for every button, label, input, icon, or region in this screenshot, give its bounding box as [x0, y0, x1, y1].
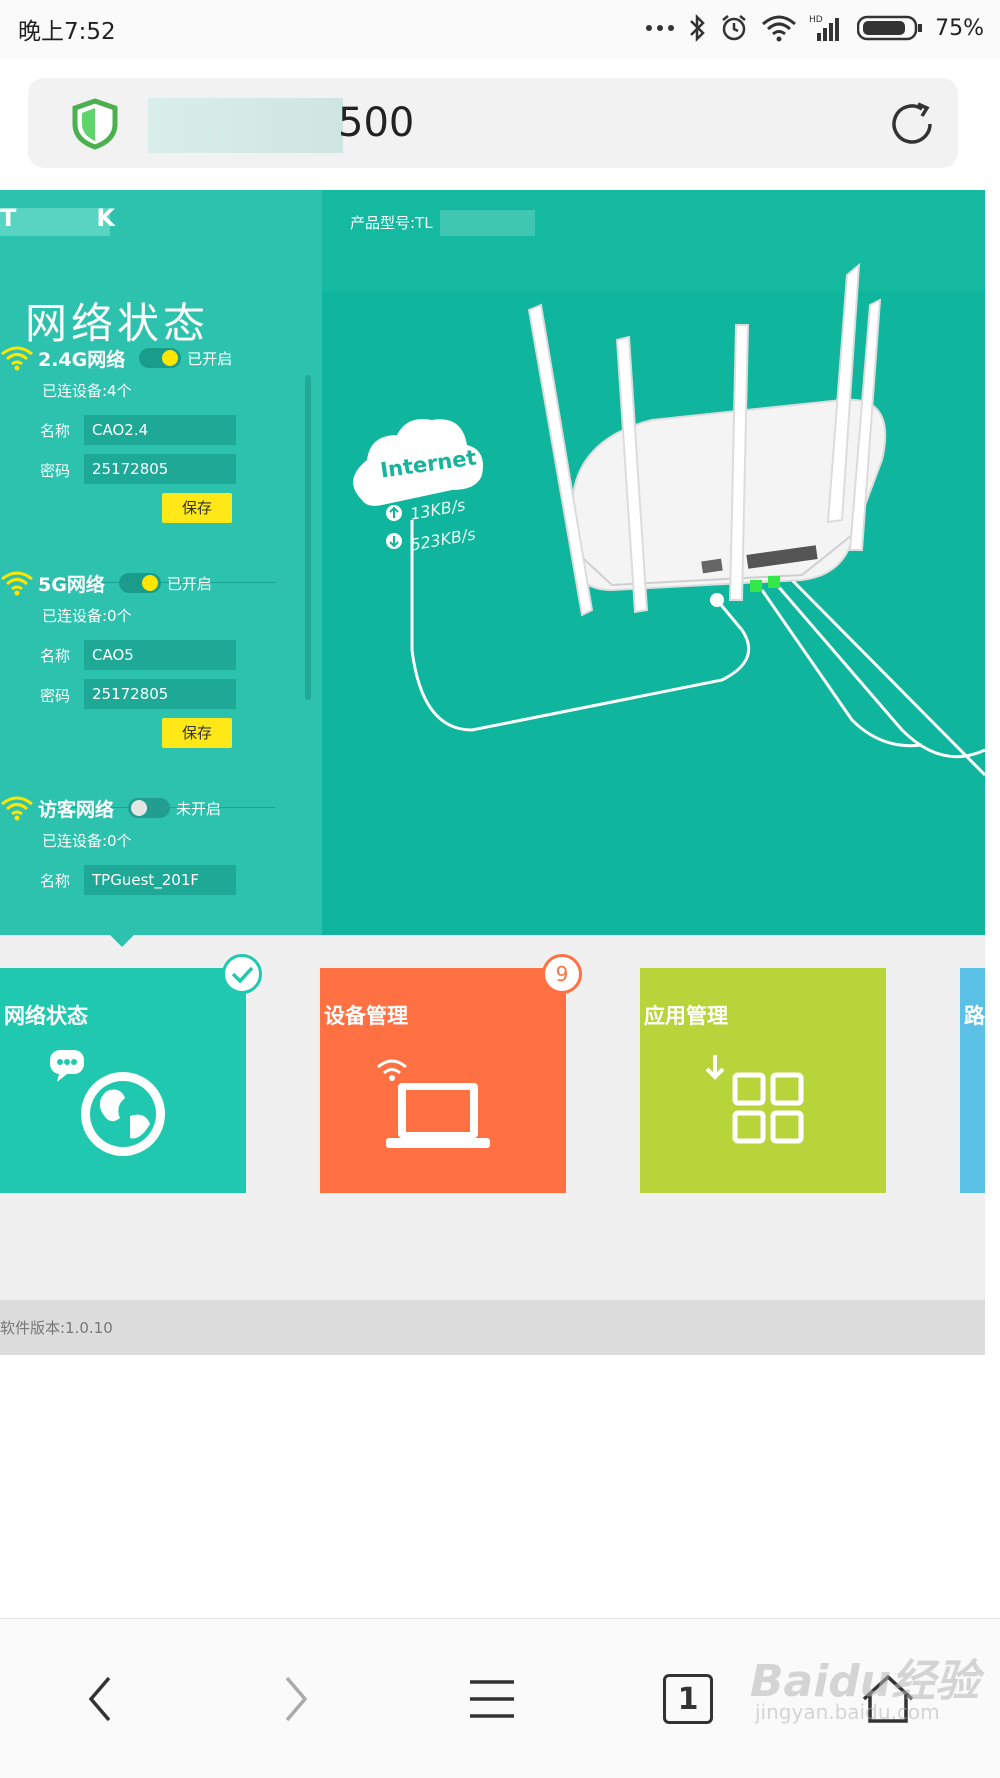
chevron-left-icon — [88, 1676, 111, 1722]
battery-percent: 75% — [935, 15, 984, 41]
network-5g-name-label: 名称 — [40, 647, 71, 665]
router-status-view: 产品型号:TL Internet 13KB/s 523KB/s — [322, 190, 985, 935]
more-icon — [646, 25, 675, 31]
shield-icon — [72, 98, 118, 150]
chevron-right-icon — [285, 1676, 308, 1722]
forward-button[interactable] — [256, 1659, 336, 1739]
watermark-url: jingyan.baidu.com — [755, 1700, 940, 1724]
network-24g-header: 2.4G网络 已开启 — [0, 340, 232, 376]
tile-label: 路 — [964, 1004, 985, 1028]
network-5g-name: 5G网络 — [38, 573, 105, 596]
check-badge — [222, 954, 262, 994]
wifi-icon — [1, 796, 33, 821]
network-24g-state: 已开启 — [187, 349, 233, 368]
panel-scrollbar[interactable] — [305, 375, 311, 700]
network-guest-name: 访客网络 — [38, 798, 115, 821]
alarm-icon — [722, 15, 746, 41]
tile-network-status[interactable]: 网络状态 — [0, 954, 262, 1193]
network-5g-ssid-input[interactable]: CAO5 — [84, 640, 236, 670]
wifi-icon — [762, 15, 797, 42]
globe-icon — [50, 1050, 165, 1156]
router-illustration — [353, 262, 985, 777]
network-24g-password-input[interactable]: 25172805 — [84, 454, 236, 484]
laptop-wifi-icon — [377, 1059, 490, 1148]
network-5g-password-input[interactable]: 25172805 — [84, 679, 236, 709]
tab-counter-box: 1 — [663, 1674, 713, 1724]
network-5g-password-label: 密码 — [40, 687, 71, 705]
network-guest-state: 未开启 — [176, 799, 222, 818]
menu-tiles: 网络状态 设备管理 9 应用管理 路 — [0, 954, 985, 1193]
network-5g-save-button[interactable]: 保存 — [162, 718, 232, 748]
tile-label: 网络状态 — [4, 1004, 88, 1028]
network-5g-state: 已开启 — [166, 574, 212, 593]
wifi-icon — [1, 346, 33, 371]
network-guest-ssid-input[interactable]: TPGuest_201F — [84, 865, 236, 895]
device-count-badge: 9 — [542, 954, 582, 994]
toggle-knob — [131, 800, 148, 816]
svg-text:HD: HD — [809, 15, 823, 25]
network-24g-password-label: 密码 — [40, 462, 71, 480]
tile-device-management[interactable]: 设备管理 9 — [320, 954, 582, 1193]
network-status-panel: TK 网络状态 2.4G网络 已开启 已连设备:4个 名称 CAO2.4 密码 … — [0, 190, 322, 935]
tile-label: 应用管理 — [644, 1004, 728, 1028]
battery-icon — [857, 15, 923, 41]
wifi-icon — [1, 571, 33, 596]
network-guest-toggle[interactable] — [128, 798, 171, 818]
software-version: 软件版本:1.0.10 — [0, 1319, 113, 1337]
network-guest-connected: 已连设备:0个 — [42, 832, 132, 850]
network-24g-name: 2.4G网络 — [38, 348, 126, 371]
status-time: 晚上7:52 — [18, 19, 116, 45]
network-5g-header: 5G网络 已开启 — [0, 565, 212, 601]
network-5g-connected: 已连设备:0个 — [42, 607, 132, 625]
check-icon — [231, 966, 254, 984]
network-24g-toggle[interactable] — [139, 348, 182, 368]
hamburger-icon — [470, 1680, 514, 1718]
status-icons: HD 75% — [645, 10, 1000, 46]
network-24g-ssid-input[interactable]: CAO2.4 — [84, 415, 236, 445]
tabs-button[interactable]: 1 — [648, 1659, 728, 1739]
network-guest-header: 访客网络 未开启 — [0, 790, 221, 826]
bluetooth-icon — [690, 13, 705, 43]
network-24g-save-button[interactable]: 保存 — [162, 493, 232, 523]
tile-app-management[interactable]: 应用管理 — [640, 968, 886, 1193]
status-bar: 晚上7:52 HD 75% — [0, 0, 1000, 58]
url-bar[interactable]: 500 — [28, 78, 958, 168]
network-guest-name-label: 名称 — [40, 872, 71, 890]
network-5g-toggle[interactable] — [118, 573, 161, 593]
url-text[interactable]: 500 — [338, 98, 414, 148]
reload-icon[interactable] — [888, 100, 938, 148]
active-tile-indicator — [110, 935, 134, 947]
network-24g-connected: 已连设备:4个 — [42, 382, 132, 400]
back-button[interactable] — [60, 1659, 140, 1739]
menu-button[interactable] — [452, 1659, 532, 1739]
apps-grid-icon — [705, 1055, 804, 1144]
brand-logo: TK — [0, 204, 195, 232]
page-footer: 软件版本:1.0.10 — [0, 1300, 985, 1355]
signal-icon: HD — [809, 15, 840, 41]
network-24g-name-label: 名称 — [40, 422, 71, 440]
tile-router-settings[interactable]: 路 — [960, 968, 985, 1193]
toggle-knob — [141, 575, 158, 591]
router-admin-page: TK 网络状态 2.4G网络 已开启 已连设备:4个 名称 CAO2.4 密码 … — [0, 190, 985, 1355]
tab-count: 1 — [677, 1681, 699, 1717]
toggle-knob — [162, 350, 179, 366]
tile-label: 设备管理 — [324, 1004, 408, 1028]
url-redacted-region — [148, 98, 343, 153]
